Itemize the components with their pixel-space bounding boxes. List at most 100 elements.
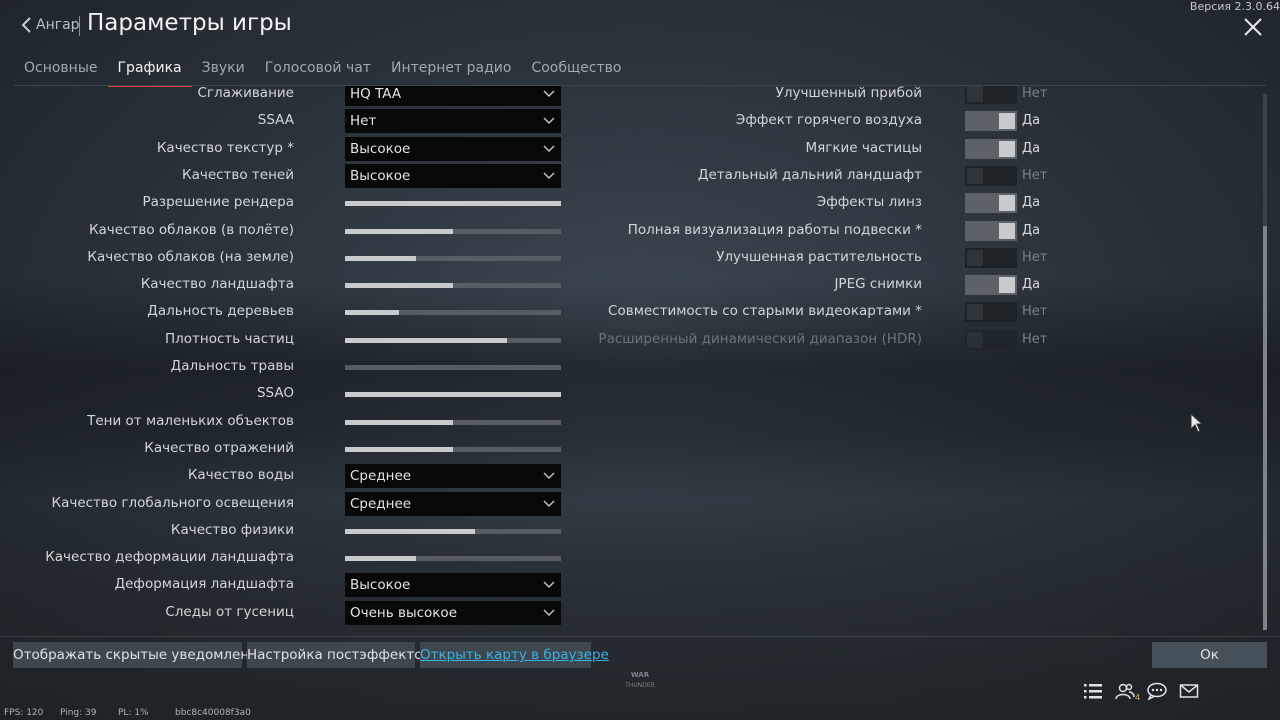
tab-internet-radio[interactable]: Интернет радио: [381, 56, 521, 85]
toggle-row-7: JPEG снимки: [614, 272, 922, 298]
chevron-down-icon: [543, 500, 555, 507]
setting-select-3[interactable]: Высокое: [345, 163, 561, 188]
svg-text:WAR: WAR: [631, 671, 650, 679]
back-button[interactable]: Ангар: [20, 16, 80, 34]
toggle-knob: [967, 304, 983, 321]
setting-label: Дальность травы: [170, 358, 294, 374]
postfx-settings-button[interactable]: Настройка постэффектов: [247, 642, 430, 668]
scrollbar-thumb[interactable]: [1263, 226, 1267, 630]
slider-fill: [345, 201, 561, 207]
chevron-down-icon: [543, 117, 555, 125]
settings-panel: Сглаживание HQ TAA SSAA Нет Качество текстур…: [14, 86, 1266, 632]
toggle-knob: [999, 277, 1015, 294]
toggle-state: Нет: [1022, 249, 1048, 265]
toggle-switch-0[interactable]: [965, 86, 1017, 104]
setting-slider-5[interactable]: [345, 228, 561, 234]
chevron-down-icon: [543, 90, 555, 97]
select-value: Высокое: [350, 140, 411, 157]
show-hidden-notifications-button[interactable]: Отображать скрытые уведомления: [13, 642, 266, 668]
toggle-state: Нет: [1022, 167, 1048, 183]
setting-row-9: Плотность частиц: [14, 327, 294, 353]
scrollbar[interactable]: [1263, 94, 1267, 630]
setting-label: Сглаживание: [197, 86, 295, 101]
mouse-cursor-icon: [1190, 413, 1204, 433]
slider-fill: [345, 528, 475, 534]
setting-select-1[interactable]: Нет: [345, 109, 561, 134]
setting-label: Тени от маленьких объектов: [87, 412, 294, 429]
setting-select-15[interactable]: Среднее: [345, 491, 561, 516]
setting-slider-4[interactable]: [345, 201, 561, 207]
slider-fill: [345, 283, 453, 289]
setting-row-14: Качество воды: [14, 463, 294, 489]
mail-icon[interactable]: [1179, 682, 1199, 702]
setting-select-0[interactable]: HQ TAA: [345, 86, 561, 106]
setting-label: SSAO: [256, 385, 294, 402]
setting-slider-7[interactable]: [345, 283, 561, 289]
setting-label: Качество облаков (в полёте): [88, 221, 294, 238]
setting-slider-6[interactable]: [345, 255, 561, 261]
setting-row-2: Качество текстур *: [14, 136, 294, 162]
toggle-label: Эффекты линз: [816, 194, 922, 211]
setting-label: SSAA: [257, 112, 294, 129]
toggle-label: Расширенный динамический диапазон (HDR): [598, 330, 922, 347]
setting-label: Качество физики: [170, 521, 294, 538]
setting-label: Следы от гусениц: [165, 603, 294, 620]
setting-slider-8[interactable]: [345, 310, 561, 316]
slider-fill: [345, 228, 453, 234]
setting-slider-12[interactable]: [345, 419, 561, 425]
tab-voice-chat[interactable]: Голосовой чат: [255, 56, 381, 85]
setting-slider-9[interactable]: [345, 337, 561, 343]
toggle-switch-8[interactable]: [965, 302, 1017, 323]
toggle-switch-5[interactable]: [965, 220, 1017, 241]
toggle-switch-6[interactable]: [965, 247, 1017, 268]
chat-icon[interactable]: [1147, 682, 1167, 702]
setting-slider-17[interactable]: [345, 556, 561, 562]
ok-button[interactable]: Ок: [1152, 642, 1267, 668]
fps-readout: FPS: 120: [4, 708, 44, 718]
setting-row-3: Качество теней: [14, 163, 294, 189]
toggle-switch-3[interactable]: [965, 165, 1017, 186]
tab-general[interactable]: Основные: [14, 56, 108, 85]
open-map-button[interactable]: Открыть карту в браузере: [420, 642, 609, 668]
toggle-switch-7[interactable]: [965, 275, 1017, 296]
setting-label: Разрешение рендера: [142, 194, 294, 211]
slider-fill: [345, 310, 399, 316]
select-value: Нет: [350, 113, 377, 130]
tab-community[interactable]: Сообщество: [521, 56, 631, 85]
setting-label: Деформация ландшафта: [114, 576, 294, 593]
toggle-switch-1[interactable]: [965, 111, 1017, 132]
close-icon[interactable]: [1242, 16, 1264, 38]
chevron-left-icon: [21, 17, 31, 33]
setting-select-18[interactable]: Высокое: [345, 573, 561, 598]
toggle-row-5: Полная визуализация работы подвески *: [614, 218, 922, 244]
toggle-switch-2[interactable]: [965, 138, 1017, 159]
slider-fill: [345, 556, 417, 562]
squad-icon[interactable]: [1115, 682, 1135, 702]
setting-row-7: Качество ландшафта: [14, 272, 294, 298]
toggle-row-1: Эффект горячего воздуха: [614, 108, 922, 134]
setting-select-14[interactable]: Среднее: [345, 464, 561, 489]
toggle-state: Да: [1022, 113, 1041, 129]
war-thunder-logo: WAR THUNDER: [624, 671, 655, 689]
toggle-switch-4[interactable]: [965, 193, 1017, 214]
setting-slider-11[interactable]: [345, 392, 561, 398]
setting-slider-16[interactable]: [345, 528, 561, 534]
setting-slider-13[interactable]: [345, 446, 561, 452]
tab-graphics[interactable]: Графика: [107, 56, 192, 87]
setting-row-11: SSAO: [14, 381, 294, 407]
toggle-row-4: Эффекты линз: [614, 190, 922, 216]
packet-loss-readout: PL: 1%: [118, 708, 149, 718]
toggle-label: Эффект горячего воздуха: [735, 112, 922, 129]
setting-label: Качество глобального освещения: [51, 494, 294, 511]
setting-slider-10[interactable]: [345, 365, 561, 370]
list-icon[interactable]: [1083, 682, 1103, 702]
toggle-label: Совместимость со старыми видеокартами *: [608, 303, 922, 320]
setting-select-19[interactable]: Очень высокое: [345, 600, 561, 625]
setting-select-2[interactable]: Высокое: [345, 136, 561, 161]
toggle-knob: [999, 140, 1015, 157]
slider-fill: [345, 337, 507, 343]
toggle-label: Улучшенный прибой: [775, 86, 922, 101]
setting-label: Качество отражений: [144, 439, 294, 456]
tab-sounds[interactable]: Звуки: [192, 56, 255, 85]
toggle-row-3: Детальный дальний ландшафт: [614, 163, 922, 189]
